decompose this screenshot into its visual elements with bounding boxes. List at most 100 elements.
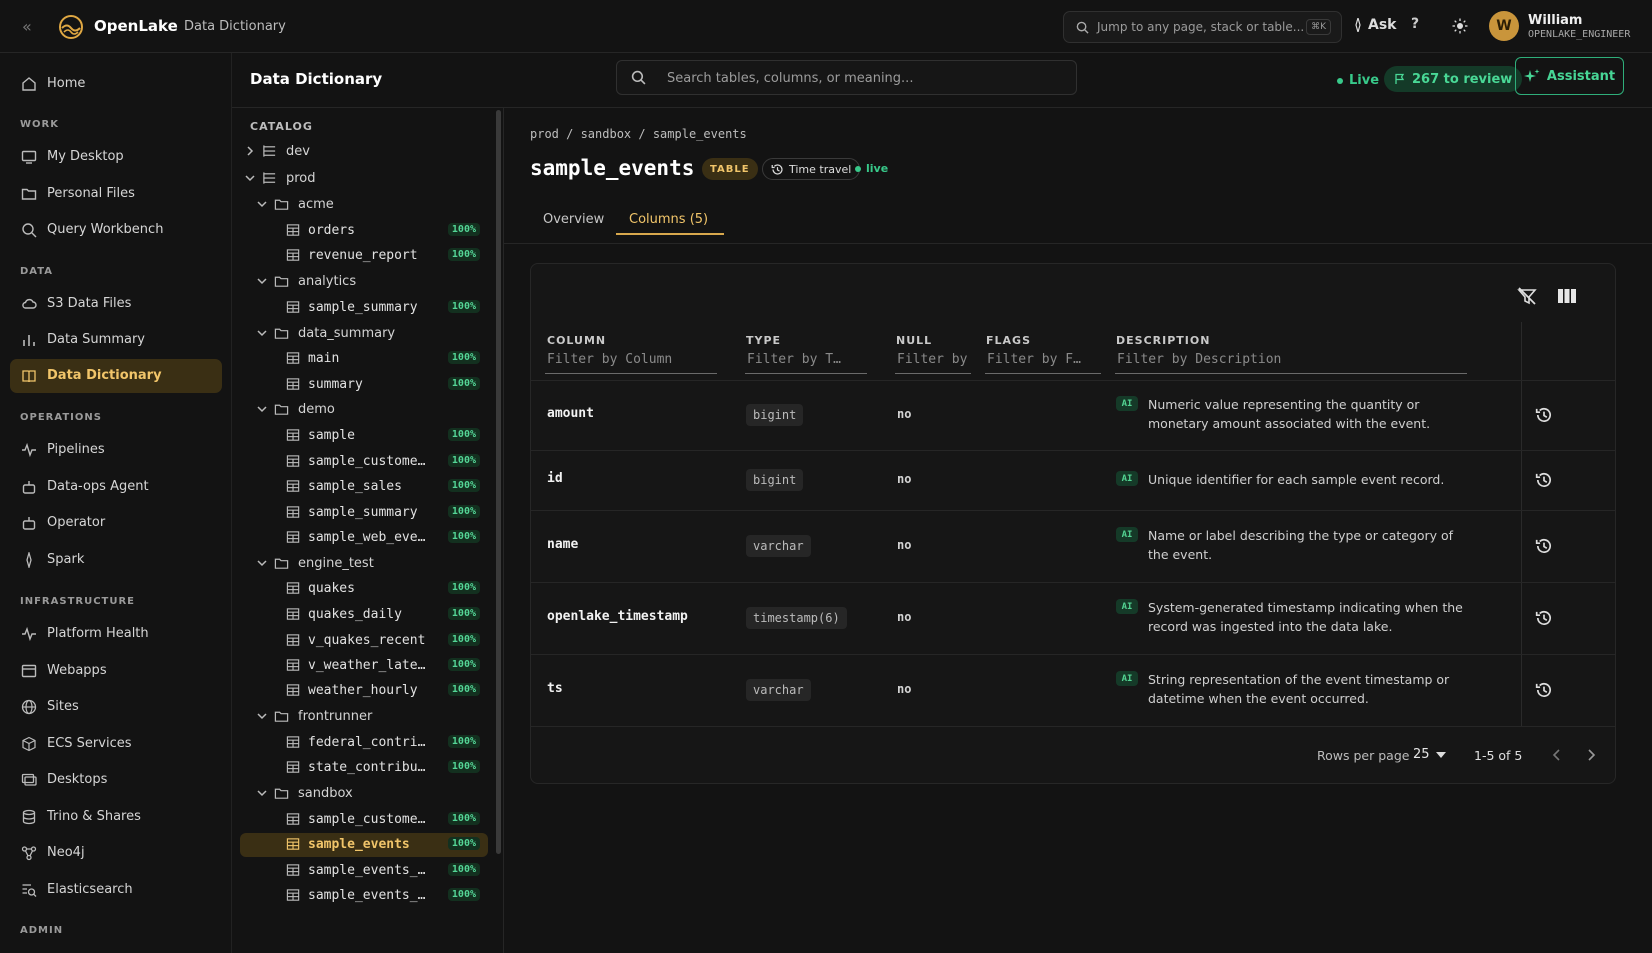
column-header-column[interactable]: COLUMN: [547, 334, 606, 347]
chevron-down-icon[interactable]: [256, 275, 268, 287]
catalog-schema-item[interactable]: data_summary: [240, 322, 488, 346]
catalog-table-item[interactable]: weather_hourly 100%: [240, 679, 488, 703]
tab-overview[interactable]: Overview: [543, 212, 604, 227]
catalog-table-item[interactable]: sample_summary 100%: [240, 296, 488, 320]
catalog-table-item[interactable]: sample_events_… 100%: [240, 884, 488, 908]
sidebar-item-data-dictionary[interactable]: Data Dictionary: [10, 359, 222, 393]
jump-search-input[interactable]: Jump to any page, stack or table... ⌘K: [1063, 11, 1342, 43]
assistant-button[interactable]: Assistant: [1515, 57, 1624, 95]
tab-columns[interactable]: Columns (5): [629, 212, 708, 227]
brand-name[interactable]: OpenLake: [94, 17, 178, 35]
sidebar-item-s3-data-files[interactable]: S3 Data Files: [10, 287, 222, 321]
catalog-table-item[interactable]: quakes 100%: [240, 577, 488, 601]
sidebar-item-pipelines[interactable]: Pipelines: [10, 433, 222, 467]
theme-toggle-icon[interactable]: [1452, 18, 1468, 34]
columns-toggle-icon[interactable]: [1556, 285, 1578, 307]
next-page-icon[interactable]: [1583, 747, 1599, 763]
catalog-schema-item[interactable]: analytics: [240, 270, 488, 294]
sidebar-item-home[interactable]: Home: [10, 67, 222, 101]
catalog-database-item[interactable]: prod: [240, 167, 488, 191]
filter-type-input[interactable]: Filter by T…: [745, 352, 867, 374]
collapse-sidebar-icon[interactable]: «: [22, 17, 32, 36]
catalog-scrollbar[interactable]: [496, 110, 501, 854]
column-type-badge: bigint: [746, 469, 804, 491]
chevron-down-icon[interactable]: [256, 403, 268, 415]
catalog-table-item[interactable]: summary 100%: [240, 373, 488, 397]
catalog-table-item[interactable]: sample_sales 100%: [240, 475, 488, 499]
column-description[interactable]: Name or label describing the type or cat…: [1148, 526, 1463, 564]
column-description[interactable]: Unique identifier for each sample event …: [1148, 470, 1463, 489]
catalog-table-item[interactable]: revenue_report 100%: [240, 244, 488, 268]
sidebar-item-data-summary[interactable]: Data Summary: [10, 323, 222, 357]
catalog-table-item[interactable]: quakes_daily 100%: [240, 603, 488, 627]
filter-null-input[interactable]: Filter by …: [895, 352, 971, 374]
catalog-table-item[interactable]: v_quakes_recent 100%: [240, 629, 488, 653]
catalog-schema-item[interactable]: demo: [240, 398, 488, 422]
column-header-description[interactable]: DESCRIPTION: [1116, 334, 1210, 347]
catalog-table-item[interactable]: main 100%: [240, 347, 488, 371]
history-icon[interactable]: [1535, 471, 1553, 489]
chevron-down-icon[interactable]: [256, 787, 268, 799]
chevron-down-icon[interactable]: [256, 710, 268, 722]
help-button[interactable]: ?: [1411, 16, 1419, 32]
column-header-flags[interactable]: FLAGS: [986, 334, 1031, 347]
catalog-table-item[interactable]: sample_events 100%: [240, 833, 488, 857]
chevron-down-icon[interactable]: [256, 557, 268, 569]
sidebar-label: S3 Data Files: [47, 296, 132, 311]
sidebar-item-sites[interactable]: Sites: [10, 690, 222, 724]
catalog-database-item[interactable]: dev: [240, 140, 488, 164]
sidebar-item-personal-files[interactable]: Personal Files: [10, 177, 222, 211]
sidebar-item-neo4j[interactable]: Neo4j: [10, 836, 222, 870]
history-icon[interactable]: [1535, 537, 1553, 555]
column-header-type[interactable]: TYPE: [746, 334, 781, 347]
filter-column-input[interactable]: Filter by Column: [545, 352, 717, 374]
catalog-table-item[interactable]: sample 100%: [240, 424, 488, 448]
catalog-table-item[interactable]: orders 100%: [240, 219, 488, 243]
catalog-table-item[interactable]: sample_events_… 100%: [240, 859, 488, 883]
catalog-schema-item[interactable]: engine_test: [240, 552, 488, 576]
column-description[interactable]: Numeric value representing the quantity …: [1148, 395, 1463, 433]
ask-button[interactable]: Ask: [1354, 17, 1396, 33]
catalog-table-item[interactable]: sample_summary 100%: [240, 501, 488, 525]
sidebar-item-ecs-services[interactable]: ECS Services: [10, 727, 222, 761]
chevron-down-icon[interactable]: [256, 198, 268, 210]
history-icon[interactable]: [1535, 406, 1553, 424]
catalog-schema-item[interactable]: acme: [240, 193, 488, 217]
dictionary-search-input[interactable]: Search tables, columns, or meaning...: [616, 60, 1077, 95]
rows-per-page-select[interactable]: 25: [1413, 747, 1446, 762]
table-breadcrumb[interactable]: prod / sandbox / sample_events: [530, 127, 747, 141]
sidebar-item-spark[interactable]: Spark: [10, 543, 222, 577]
column-description[interactable]: System-generated timestamp indicating wh…: [1148, 598, 1463, 636]
user-avatar[interactable]: W: [1489, 11, 1519, 41]
catalog-table-item[interactable]: sample_web_eve… 100%: [240, 526, 488, 550]
history-icon[interactable]: [1535, 609, 1553, 627]
chevron-right-icon[interactable]: [244, 145, 256, 157]
review-badge-button[interactable]: 267 to review: [1384, 66, 1523, 92]
catalog-table-item[interactable]: federal_contri… 100%: [240, 731, 488, 755]
time-travel-button[interactable]: Time travel: [762, 158, 861, 180]
sidebar-item-platform-health[interactable]: Platform Health: [10, 617, 222, 651]
sidebar-item-elasticsearch[interactable]: Elasticsearch: [10, 873, 222, 907]
chevron-down-icon[interactable]: [256, 327, 268, 339]
sidebar-item-data-ops-agent[interactable]: Data-ops Agent: [10, 470, 222, 504]
previous-page-icon[interactable]: [1549, 747, 1565, 763]
catalog-table-item[interactable]: sample_custome… 100%: [240, 450, 488, 474]
sidebar-item-webapps[interactable]: Webapps: [10, 654, 222, 688]
sidebar-item-operator[interactable]: Operator: [10, 506, 222, 540]
filter-description-input[interactable]: Filter by Description: [1115, 352, 1467, 374]
catalog-table-item[interactable]: v_weather_late… 100%: [240, 654, 488, 678]
catalog-schema-item[interactable]: sandbox: [240, 782, 488, 806]
catalog-table-item[interactable]: state_contribu… 100%: [240, 756, 488, 780]
sidebar-item-query-workbench[interactable]: Query Workbench: [10, 213, 222, 247]
catalog-table-item[interactable]: sample_custome… 100%: [240, 808, 488, 832]
filter-flags-input[interactable]: Filter by F…: [985, 352, 1101, 374]
catalog-schema-item[interactable]: frontrunner: [240, 705, 488, 729]
sidebar-item-trino-shares[interactable]: Trino & Shares: [10, 800, 222, 834]
column-header-null[interactable]: NULL: [896, 334, 932, 347]
sidebar-item-desktops[interactable]: Desktops: [10, 763, 222, 797]
chevron-down-icon[interactable]: [244, 172, 256, 184]
sidebar-item-my-desktop[interactable]: My Desktop: [10, 140, 222, 174]
column-description[interactable]: String representation of the event times…: [1148, 670, 1463, 708]
history-icon[interactable]: [1535, 681, 1553, 699]
clear-filters-icon[interactable]: [1516, 285, 1538, 307]
